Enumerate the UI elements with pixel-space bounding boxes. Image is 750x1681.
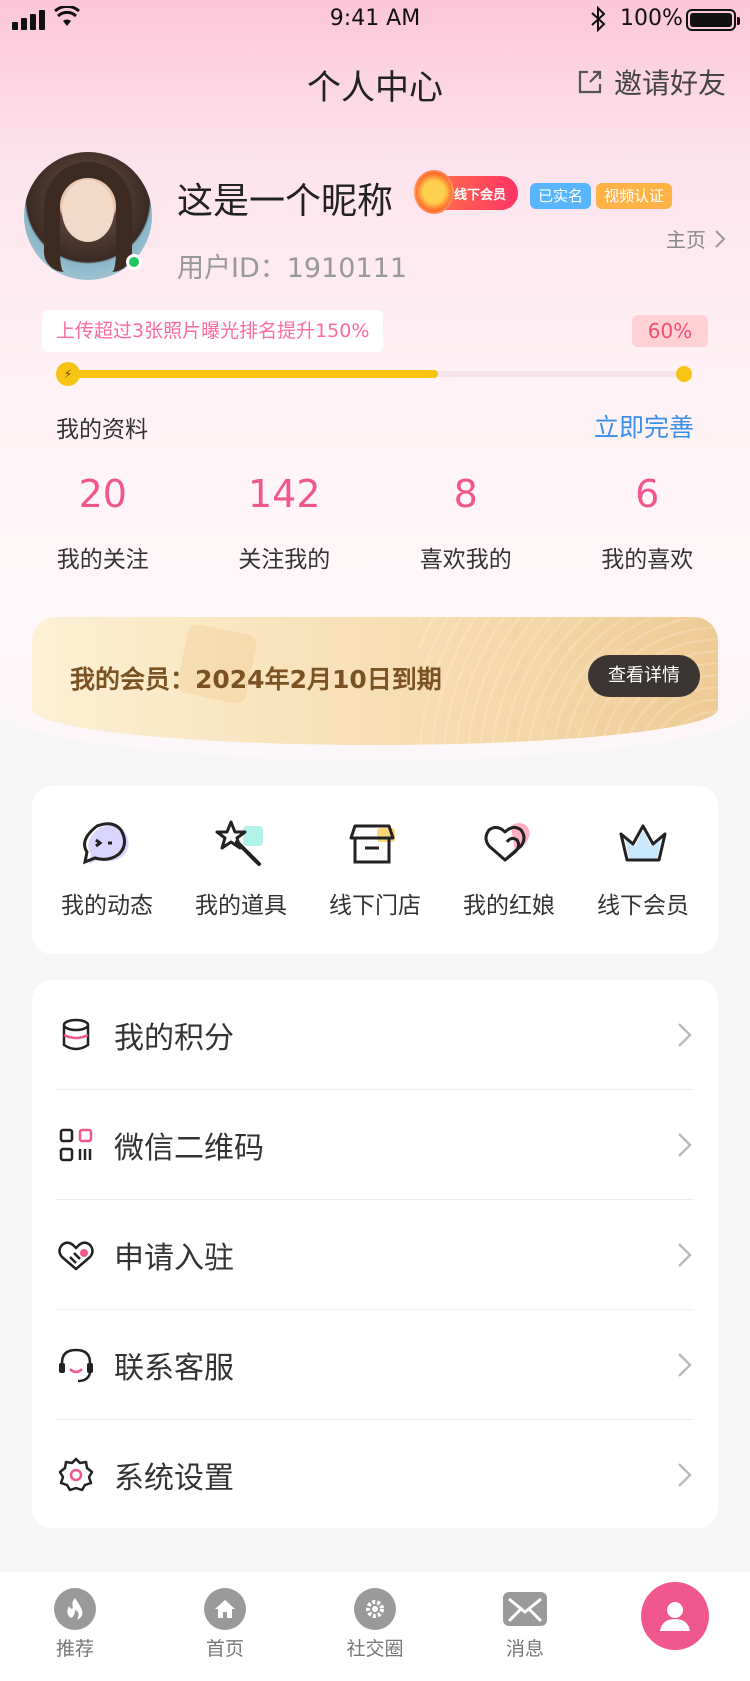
tab-label: 首页 [205,1638,244,1660]
progress-end-dot [676,366,692,382]
share-icon [578,70,602,94]
lightning-icon: ⚡ [56,362,80,386]
stat-value: 6 [635,472,660,516]
chevron-right-icon [678,1352,692,1377]
user-icon [641,1582,709,1650]
chevron-right-icon [678,1242,692,1267]
tab-label: 消息 [505,1638,544,1660]
coins-icon [62,1018,90,1050]
qr-code-icon [59,1128,93,1161]
quick-link-label: 我的动态 [61,893,153,919]
invite-friends-button[interactable]: 邀请好友 [576,62,726,102]
verified-tag: 已实名 [530,183,592,209]
membership-expiry: 我的会员：2024年2月10日到期 [70,665,442,694]
tab-home[interactable]: 首页 [150,1572,300,1681]
user-id: 用户ID：1910111 [177,253,408,284]
battery-icon [686,9,740,31]
stat-label: 关注我的 [238,547,331,573]
quick-link-offline-member[interactable]: 线下会员 [576,786,710,954]
quick-link-label: 线下会员 [597,893,689,919]
stat-label: 我的关注 [56,547,149,573]
stat-following[interactable]: 20 我的关注 [12,472,194,574]
nickname: 这是一个昵称 [177,181,394,222]
vip-crest-icon [414,170,454,214]
quick-links-card: 我的动态 我的道具 线下门店 我的红娘 线下会员 [32,786,718,954]
tab-recommend[interactable]: 推荐 [0,1572,150,1681]
battery-percent: 100% [620,6,683,31]
homepage-link[interactable]: 主页 [666,224,726,253]
flame-icon [54,1588,96,1630]
handshake-heart-icon [58,1241,94,1270]
chevron-right-icon [715,229,726,248]
settings-gear-icon [58,1457,94,1492]
tab-profile[interactable] [600,1572,750,1681]
gear-icon [354,1588,396,1630]
view-details-button[interactable]: 查看详情 [588,655,700,697]
menu-label: 申请入驻 [114,1240,234,1276]
stats-row: 20 我的关注 142 关注我的 8 喜欢我的 6 我的喜欢 [12,472,738,574]
stat-label: 喜欢我的 [419,547,512,573]
invite-label: 邀请好友 [613,67,726,100]
crown-icon [619,824,667,862]
menu-item-points[interactable]: 我的积分 [56,980,694,1090]
membership-card: 我的会员：2024年2月10日到期 查看详情 [32,617,718,745]
online-indicator [126,254,142,270]
tab-messages[interactable]: 消息 [450,1572,600,1681]
stat-label: 我的喜欢 [601,547,694,573]
video-verified-tag: 视频认证 [596,183,673,209]
magic-wand-icon [215,820,263,866]
quick-link-matchmaker[interactable]: 我的红娘 [442,786,576,954]
profile-label: 我的资料 [56,417,148,443]
quick-link-offline-store[interactable]: 线下门店 [308,786,442,954]
quick-link-my-posts[interactable]: 我的动态 [40,786,174,954]
stat-value: 20 [78,472,127,516]
settings-menu: 我的积分 微信二维码 申请入驻 联系客服 系统设置 [32,980,718,1528]
tab-label: 推荐 [55,1638,94,1660]
quick-link-label: 线下门店 [329,893,421,919]
stat-value: 8 [453,472,478,516]
vip-badge: 线下会员 [414,170,518,214]
headset-icon [59,1348,93,1382]
chevron-right-icon [678,1463,692,1487]
home-icon [204,1588,246,1630]
status-bar: 9:41 AM 100% [0,0,750,40]
menu-item-customer-service[interactable]: 联系客服 [56,1310,694,1420]
stat-followers[interactable]: 142 关注我的 [194,472,376,574]
vip-badge-label: 线下会员 [454,187,507,203]
menu-label: 联系客服 [114,1350,234,1386]
envelope-icon [503,1592,547,1626]
tab-social[interactable]: 社交圈 [300,1572,450,1681]
menu-item-wechat-qr[interactable]: 微信二维码 [56,1090,694,1200]
menu-item-system-settings[interactable]: 系统设置 [56,1420,694,1530]
tab-label: 社交圈 [346,1638,404,1660]
stat-my-likes[interactable]: 6 我的喜欢 [557,472,739,574]
store-icon [349,824,395,864]
chat-bubble-icon [82,822,129,865]
upload-tip: 上传超过3张照片曝光排名提升150% [42,310,384,352]
menu-item-apply-join[interactable]: 申请入驻 [56,1200,694,1310]
menu-label: 系统设置 [114,1461,234,1496]
hearts-icon [484,823,530,862]
bottom-tab-bar: 推荐 首页 社交圈 消息 [0,1572,750,1681]
chevron-right-icon [678,1132,692,1157]
profile-progress-bar: ⚡ [56,362,692,386]
menu-label: 微信二维码 [114,1130,264,1166]
quick-link-my-items[interactable]: 我的道具 [174,786,308,954]
stat-value: 142 [247,472,321,516]
progress-fill [66,370,438,378]
complete-profile-link[interactable]: 立即完善 [594,408,694,444]
homepage-label: 主页 [666,228,706,252]
stat-liked-me[interactable]: 8 喜欢我的 [375,472,557,574]
bluetooth-icon [591,6,606,32]
quick-link-label: 我的道具 [195,893,287,919]
quick-link-label: 我的红娘 [463,893,555,919]
completion-percent: 60% [632,315,708,347]
menu-label: 我的积分 [114,1020,234,1056]
chevron-right-icon [678,1022,692,1047]
